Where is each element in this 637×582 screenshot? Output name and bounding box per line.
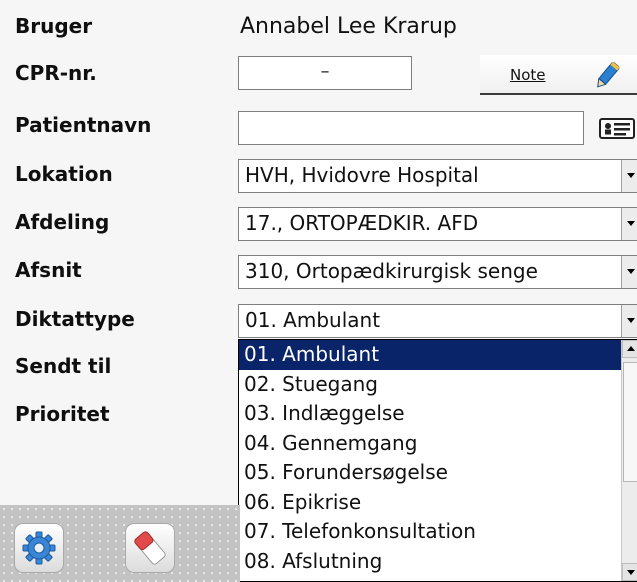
chevron-down-icon[interactable]	[621, 208, 637, 240]
dropdown-option[interactable]: 01. Ambulant	[239, 340, 637, 370]
clear-button[interactable]	[125, 523, 175, 573]
label-cpr: CPR-nr.	[15, 61, 97, 85]
dropdown-option[interactable]: 08. Afslutning	[239, 547, 637, 577]
gear-icon	[15, 531, 63, 576]
cpr-field[interactable]: –	[238, 56, 412, 90]
afsnit-value: 310, Ortopædkirurgisk senge	[245, 259, 538, 283]
scrollbar-thumb[interactable]	[623, 362, 637, 482]
dropdown-scrollbar[interactable]	[621, 340, 637, 581]
scroll-up-icon[interactable]	[622, 340, 637, 358]
afdeling-value: 17., ORTOPÆDKIR. AFD	[245, 211, 479, 235]
scroll-down-icon[interactable]	[622, 563, 637, 581]
eraser-icon	[126, 531, 174, 576]
afsnit-select[interactable]: 310, Ortopædkirurgisk senge	[238, 255, 637, 289]
chevron-down-icon[interactable]	[621, 160, 637, 192]
chevron-down-icon[interactable]	[621, 305, 637, 337]
settings-button[interactable]	[14, 523, 64, 573]
label-diktattype: Diktattype	[15, 307, 135, 331]
afdeling-select[interactable]: 17., ORTOPÆDKIR. AFD	[238, 207, 637, 241]
label-afsnit: Afsnit	[15, 258, 82, 282]
dropdown-option[interactable]: 02. Stuegang	[239, 370, 637, 400]
note-button[interactable]: Note	[480, 55, 637, 95]
patient-lookup-button[interactable]	[597, 111, 637, 145]
dropdown-option[interactable]: 04. Gennemgang	[239, 429, 637, 459]
cpr-value: –	[320, 61, 330, 82]
diktattype-value: 01. Ambulant	[245, 308, 381, 332]
label-prioritet: Prioritet	[15, 402, 110, 426]
diktattype-dropdown-list[interactable]: 01. Ambulant 02. Stuegang 03. Indlæggels…	[238, 339, 637, 582]
label-lokation: Lokation	[15, 162, 113, 186]
dropdown-option[interactable]: 05. Forundersøgelse	[239, 458, 637, 488]
patientnavn-field[interactable]	[238, 111, 584, 145]
dropdown-option[interactable]: 07. Telefonkonsultation	[239, 517, 637, 547]
label-afdeling: Afdeling	[15, 210, 110, 234]
lokation-select[interactable]: HVH, Hvidovre Hospital	[238, 159, 637, 193]
pencil-icon	[592, 59, 622, 95]
diktattype-select[interactable]: 01. Ambulant	[238, 304, 637, 338]
note-button-label: Note	[510, 66, 546, 84]
user-name: Annabel Lee Krarup	[240, 14, 457, 39]
dropdown-option[interactable]: 03. Indlæggelse	[239, 399, 637, 429]
dropdown-option[interactable]: 06. Epikrise	[239, 488, 637, 518]
label-bruger: Bruger	[15, 14, 93, 38]
label-sendt-til: Sendt til	[15, 354, 112, 378]
id-card-icon	[597, 118, 637, 149]
lokation-value: HVH, Hvidovre Hospital	[245, 163, 479, 187]
chevron-down-icon[interactable]	[621, 256, 637, 288]
label-patientnavn: Patientnavn	[15, 113, 152, 137]
